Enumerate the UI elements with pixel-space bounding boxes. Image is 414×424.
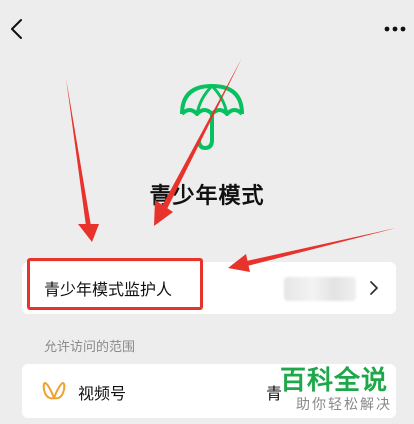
highlight-box bbox=[27, 258, 203, 310]
more-dots-icon bbox=[384, 26, 406, 32]
section-label: 允许访问的范围 bbox=[44, 340, 136, 355]
channels-butterfly-icon bbox=[42, 380, 66, 402]
watermark: 百科全说 助你轻松解决 bbox=[280, 360, 410, 420]
arrow-left bbox=[66, 78, 99, 242]
guardian-value-blurred bbox=[284, 277, 356, 301]
chevron-left-icon bbox=[11, 19, 22, 39]
back-button[interactable] bbox=[4, 14, 32, 44]
watermark-main-text: 百科全说 bbox=[280, 366, 389, 396]
watermark-sub-text: 助你轻松解决 bbox=[296, 397, 392, 413]
chevron-right-icon bbox=[368, 279, 380, 297]
page-title: 青少年模式 bbox=[149, 184, 265, 209]
umbrella-icon bbox=[178, 80, 246, 154]
more-options-button[interactable] bbox=[380, 14, 410, 44]
video-channels-label: 视频号 bbox=[78, 384, 127, 403]
